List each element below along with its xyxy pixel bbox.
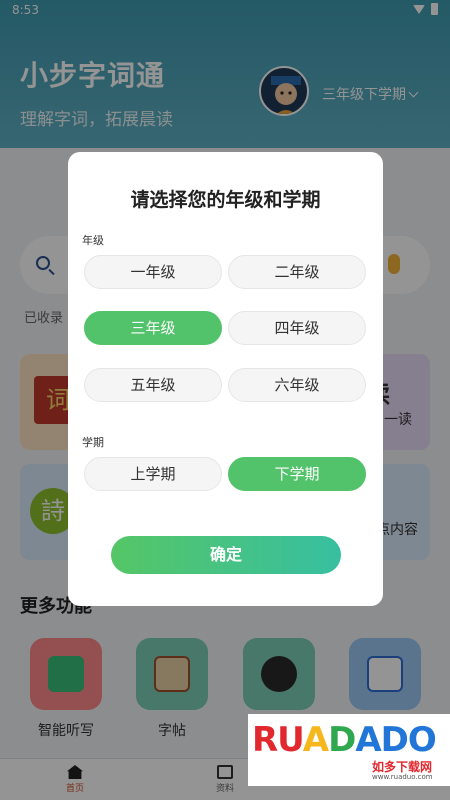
term-option-second[interactable]: 下学期 [228,457,366,491]
watermark-url: www.ruaduo.com [372,773,433,781]
grade-option-2[interactable]: 二年级 [228,255,366,289]
term-section-label: 学期 [82,436,104,449]
term-option-first[interactable]: 上学期 [84,457,222,491]
grade-option-5[interactable]: 五年级 [84,368,222,402]
grade-option-3[interactable]: 三年级 [84,311,222,345]
grade-option-1[interactable]: 一年级 [84,255,222,289]
grade-term-dialog: 请选择您的年级和学期 年级 一年级 二年级 三年级 四年级 五年级 六年级 学期… [68,152,383,606]
grade-option-4[interactable]: 四年级 [228,311,366,345]
watermark-logo: RUADADO [252,720,437,760]
dialog-title: 请选择您的年级和学期 [130,189,321,211]
grade-option-6[interactable]: 六年级 [228,368,366,402]
watermark: RUADADO 如多下载网 www.ruaduo.com [248,714,450,786]
confirm-button[interactable]: 确定 [111,536,341,574]
grade-section-label: 年级 [82,234,104,247]
